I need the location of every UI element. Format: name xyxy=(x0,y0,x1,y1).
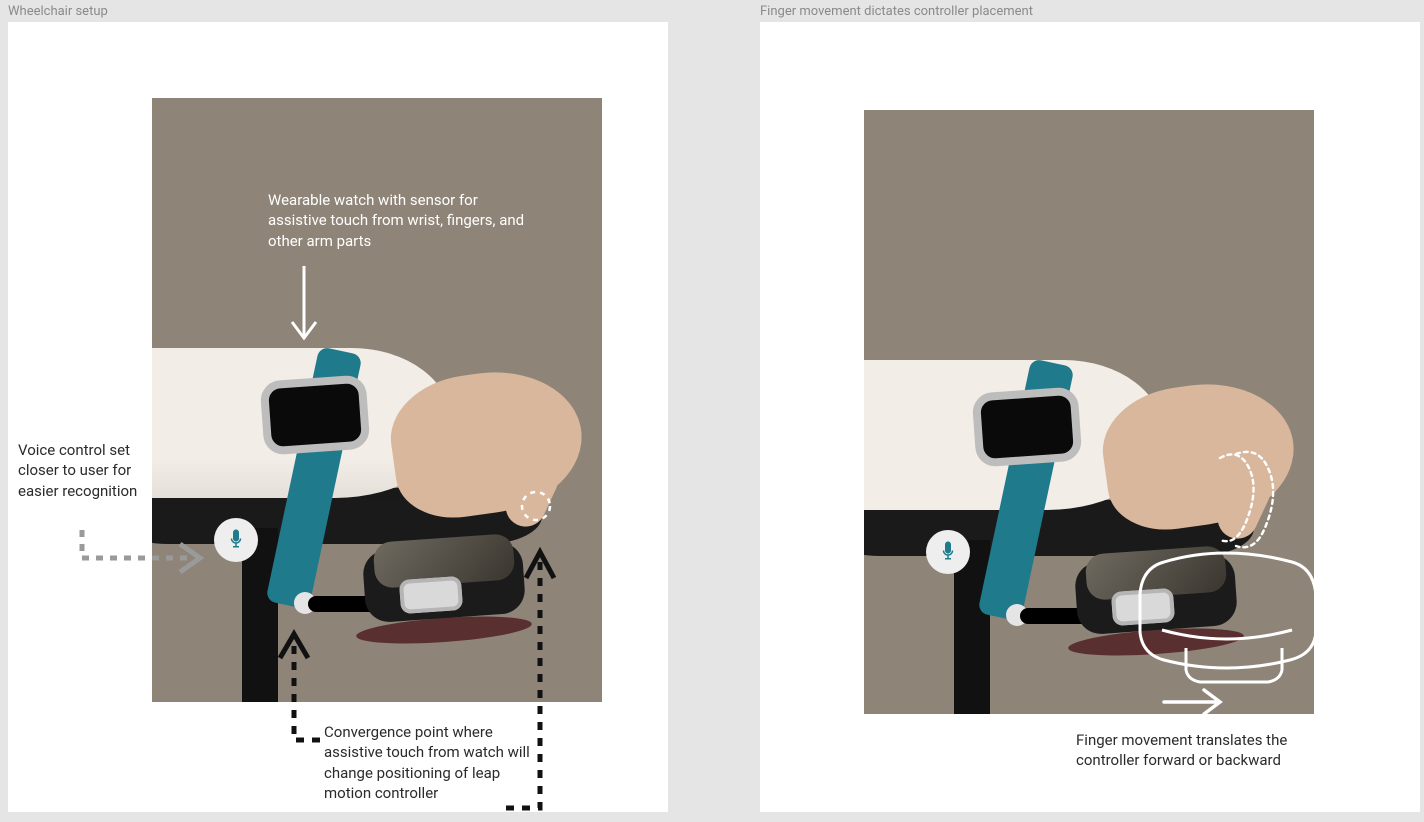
voice-annotation: Voice control set closer to user for eas… xyxy=(18,440,168,501)
microphone-icon xyxy=(214,518,258,562)
left-panel-label: Wheelchair setup xyxy=(8,4,108,19)
left-panel: Wearable watch with sensor for assistive… xyxy=(8,22,668,812)
page: Wheelchair setup Finger movement dictate… xyxy=(0,0,1424,822)
watch-face xyxy=(972,386,1083,467)
watch-annotation: Wearable watch with sensor for assistive… xyxy=(268,190,528,251)
right-panel: Finger movement translates the controlle… xyxy=(760,22,1420,812)
microphone-icon xyxy=(926,530,970,574)
watch-face xyxy=(260,374,371,455)
right-panel-label: Finger movement dictates controller plac… xyxy=(760,4,1033,19)
right-photo xyxy=(864,110,1314,714)
leap-port xyxy=(1111,588,1175,626)
leap-port xyxy=(399,576,463,614)
convergence-annotation: Convergence point where assistive touch … xyxy=(324,722,544,803)
left-photo: Wearable watch with sensor for assistive… xyxy=(152,98,602,702)
finger-annotation: Finger movement translates the controlle… xyxy=(1076,730,1316,771)
